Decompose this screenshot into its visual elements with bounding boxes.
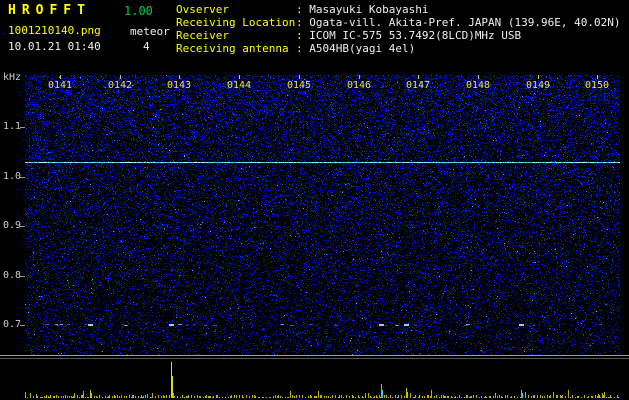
time-tick-label: 0144 [226, 80, 252, 91]
station-info-row: Ovserver: Masayuki Kobayashi [176, 3, 621, 16]
app-title: HROFFT [8, 3, 91, 18]
record-timestamp: 10.01.21 01:40 [8, 40, 101, 53]
info-value: ICOM IC-575 53.7492(8LCD)MHz USB [309, 29, 522, 42]
freq-tick-mark [20, 127, 25, 128]
freq-tick-label: 0.9 [3, 220, 22, 231]
info-colon: : [296, 16, 310, 29]
time-tick-label: 0142 [107, 80, 133, 91]
time-tick-mark [418, 75, 419, 79]
time-tick-label: 0150 [584, 80, 610, 91]
time-tick-mark [597, 75, 598, 79]
separator-line-bottom [0, 358, 629, 359]
time-tick-mark [538, 75, 539, 79]
freq-tick-label: 0.8 [3, 269, 22, 281]
time-tick-mark [60, 75, 61, 79]
info-value: Ogata-vill. Akita-Pref. JAPAN (139.96E, … [309, 16, 621, 29]
separator-line-top [0, 355, 629, 356]
info-colon: : [296, 3, 310, 16]
meteor-count-label: meteor [130, 25, 170, 38]
freq-tick-label: 0.7 [3, 319, 22, 330]
time-tick-mark [120, 75, 121, 79]
info-value: A504HB(yagi 4el) [309, 42, 416, 55]
time-tick-mark [299, 75, 300, 79]
info-label: Receiving Location [176, 16, 296, 29]
freq-axis-unit: kHz [3, 72, 22, 83]
meteor-count-value: 4 [143, 40, 150, 53]
time-tick-mark [179, 75, 180, 79]
freq-tick-label: 1.0 [3, 170, 22, 182]
time-tick-label: 0149 [525, 80, 551, 91]
info-colon: : [296, 42, 310, 55]
info-label: Ovserver [176, 3, 229, 16]
time-tick-label: 0143 [166, 80, 192, 91]
freq-tick-label: 1.1 [3, 121, 22, 132]
station-info-row: Receiving Location: Ogata-vill. Akita-Pr… [176, 16, 621, 29]
time-tick-mark [478, 75, 479, 79]
freq-tick-mark [20, 276, 25, 277]
time-tick-label: 0146 [346, 80, 372, 91]
time-tick-mark [239, 75, 240, 79]
info-label: Receiver [176, 29, 229, 42]
time-tick-label: 0147 [405, 80, 431, 91]
station-info-row: Receiving antenna: A504HB(yagi 4el) [176, 42, 621, 55]
freq-tick-mark [20, 177, 25, 178]
station-info-row: Receiver: ICOM IC-575 53.7492(8LCD)MHz U… [176, 29, 621, 42]
time-tick-mark [359, 75, 360, 79]
info-value: Masayuki Kobayashi [309, 3, 429, 16]
signal-strength-canvas [25, 360, 620, 398]
time-tick-label: 0148 [465, 80, 491, 91]
spectrogram-canvas [25, 75, 620, 355]
hrofft-window: HROFFT 1.00 1001210140.png meteor 4 10.0… [0, 0, 629, 400]
info-label: Receiving antenna [176, 42, 289, 55]
freq-tick-mark [20, 226, 25, 227]
output-filename: 1001210140.png [8, 24, 101, 37]
app-version: 1.00 [124, 4, 153, 18]
time-tick-label: 0145 [286, 80, 312, 91]
time-tick-label: 0141 [47, 80, 73, 91]
station-info: Ovserver: Masayuki Kobayashi Receiving Lo… [176, 3, 621, 55]
freq-tick-mark [20, 325, 25, 326]
info-colon: : [296, 29, 310, 42]
